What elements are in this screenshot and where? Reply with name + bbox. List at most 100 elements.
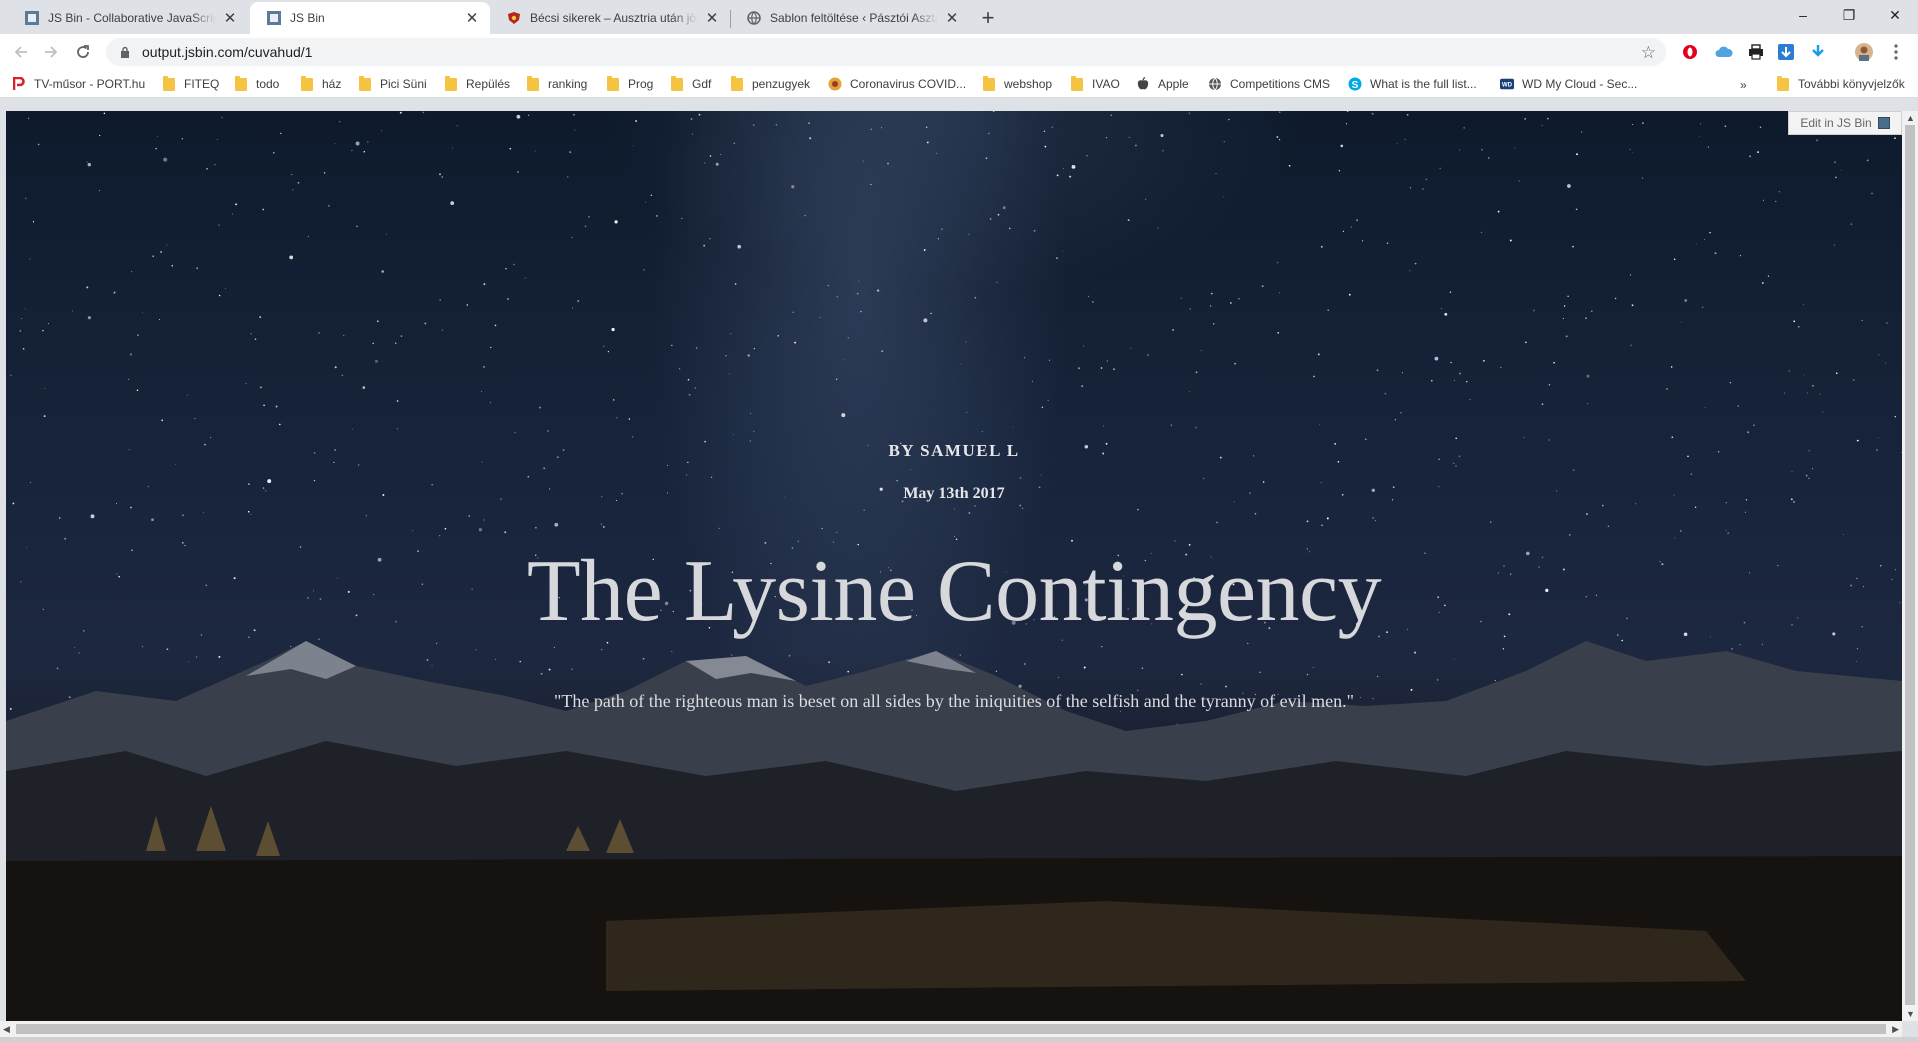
bookmark-folder[interactable]: Repülés: [444, 74, 510, 94]
minimize-button[interactable]: –: [1780, 0, 1826, 30]
bookmark-item[interactable]: Apple: [1136, 74, 1189, 94]
bookmark-item[interactable]: Competitions CMS: [1208, 74, 1330, 94]
vertical-scrollbar[interactable]: ▲ ▼: [1902, 111, 1918, 1021]
folder-icon: [1776, 75, 1790, 91]
bookmark-folder[interactable]: penzugyek: [730, 74, 810, 94]
bookmarks-bar: TV-műsor - PORT.hu FITEQ todo ház Pici S…: [0, 70, 1918, 98]
folder-icon: [1070, 75, 1084, 91]
svg-text:S: S: [1352, 80, 1359, 91]
bookmark-item[interactable]: Coronavirus COVID...: [828, 74, 966, 94]
tab-strip: JS Bin - Collaborative JavaScript Debugg…: [0, 0, 1918, 34]
other-bookmarks-folder[interactable]: További könyvjelzők: [1776, 74, 1905, 94]
forward-arrow-icon: [45, 46, 58, 58]
bookmark-label: todo: [256, 77, 280, 91]
scroll-down-icon[interactable]: ▼: [1906, 1009, 1915, 1019]
bookmark-label: ranking: [548, 77, 588, 91]
hero-quote: "The path of the righteous man is beset …: [553, 691, 1355, 711]
scroll-left-icon[interactable]: ◀: [3, 1024, 10, 1035]
menu-dots-icon[interactable]: [1886, 42, 1906, 62]
horizontal-scrollbar[interactable]: ◀ ▶: [0, 1021, 1902, 1037]
folder-icon: [606, 75, 620, 91]
back-arrow-icon: [14, 46, 27, 58]
bookmark-folder[interactable]: webshop: [982, 74, 1052, 94]
bookmark-label: Gdf: [692, 77, 712, 91]
bookmark-label: Repülés: [466, 77, 511, 91]
url-text: output.jsbin.com/cuvahud/1: [142, 44, 313, 60]
maximize-button[interactable]: ❐: [1826, 0, 1872, 30]
bookmark-folder[interactable]: todo: [234, 74, 279, 94]
jsbin-icon: [1877, 117, 1890, 129]
scroll-up-icon[interactable]: ▲: [1906, 113, 1915, 123]
new-tab-button[interactable]: +: [974, 4, 1002, 32]
bookmark-label: További könyvjelzők: [1798, 77, 1905, 91]
close-window-button[interactable]: ✕: [1872, 0, 1918, 30]
author-byline: BY SAMUEL L: [888, 441, 1020, 460]
scroll-right-icon[interactable]: ▶: [1892, 1024, 1899, 1035]
folder-icon: [234, 75, 248, 91]
jsbin-icon: [24, 10, 40, 26]
svg-text:WD: WD: [1502, 82, 1513, 89]
bookmark-label: Competitions CMS: [1230, 77, 1331, 91]
close-tab-icon[interactable]: ✕: [464, 10, 480, 27]
bookmark-label: What is the full list...: [1370, 77, 1477, 91]
covid-icon: [828, 77, 842, 91]
bookmark-folder[interactable]: FITEQ: [162, 74, 219, 94]
bookmark-item[interactable]: TV-műsor - PORT.hu: [12, 74, 145, 94]
forward-button[interactable]: [38, 39, 64, 65]
bookmarks-overflow-button[interactable]: »: [1740, 78, 1747, 92]
bookmark-item[interactable]: S What is the full list...: [1348, 74, 1477, 94]
bookmark-folder[interactable]: Pici Süni: [358, 74, 427, 94]
back-button[interactable]: [8, 39, 34, 65]
browser-window: JS Bin - Collaborative JavaScript Debugg…: [0, 0, 1918, 1042]
folder-icon: [982, 75, 996, 91]
page-title: The Lysine Contingency: [526, 543, 1382, 640]
globe-icon: [746, 10, 762, 26]
apple-icon: [1136, 77, 1150, 91]
page-viewport: BY SAMUEL L May 13th 2017 The Lysine Con…: [6, 111, 1902, 1021]
bookmark-label: ház: [322, 77, 342, 91]
bookmark-label: WD My Cloud - Sec...: [1522, 77, 1638, 91]
close-tab-icon[interactable]: ✕: [704, 10, 720, 27]
close-tab-icon[interactable]: ✕: [222, 10, 238, 27]
tab-sablon-feltoltese[interactable]: Sablon feltöltése ‹ Pásztói Asztalitenis…: [730, 2, 970, 34]
browser-toolbar: output.jsbin.com/cuvahud/1 ☆: [0, 34, 1918, 70]
folder-icon: [300, 75, 314, 91]
bookmark-star-icon[interactable]: ☆: [1641, 43, 1656, 63]
folder-icon: [670, 75, 684, 91]
reload-button[interactable]: [70, 39, 96, 65]
close-tab-icon[interactable]: ✕: [944, 10, 960, 27]
bookmark-label: Pici Süni: [380, 77, 427, 91]
bookmark-label: Apple: [1158, 77, 1189, 91]
printer-icon[interactable]: [1746, 42, 1766, 62]
edit-in-jsbin-button[interactable]: Edit in JS Bin: [1788, 111, 1902, 135]
folder-icon: [162, 75, 176, 91]
window-bottom-edge: [0, 1037, 1918, 1042]
skype-icon: S: [1348, 77, 1362, 91]
tab-becsi-sikerek[interactable]: Bécsi sikerek – Ausztria után jöhet Magy…: [490, 2, 730, 34]
tab-jsbin-active[interactable]: JS Bin ✕: [250, 2, 490, 34]
bookmark-folder[interactable]: ranking: [526, 74, 587, 94]
tab-title: Sablon feltöltése ‹ Pásztói Asztalitenis…: [770, 11, 938, 25]
bookmark-label: FITEQ: [184, 77, 220, 91]
avatar[interactable]: [1854, 42, 1874, 62]
cloud-icon[interactable]: [1714, 42, 1734, 62]
tab-jsbin-collaborative[interactable]: JS Bin - Collaborative JavaScript Debugg…: [8, 2, 248, 34]
port-icon: [12, 77, 26, 91]
tab-title: JS Bin - Collaborative JavaScript Debugg…: [48, 11, 216, 25]
address-bar[interactable]: output.jsbin.com/cuvahud/1 ☆: [106, 38, 1666, 66]
opera-icon[interactable]: [1680, 42, 1700, 62]
folder-icon: [526, 75, 540, 91]
bookmark-folder[interactable]: IVAO: [1070, 74, 1120, 94]
scrollbar-thumb[interactable]: [16, 1024, 1886, 1034]
download-icon[interactable]: [1808, 42, 1828, 62]
globe-icon: [1208, 77, 1222, 91]
bookmark-folder[interactable]: Gdf: [670, 74, 711, 94]
bookmark-folder[interactable]: Prog: [606, 74, 653, 94]
bookmark-item[interactable]: WD WD My Cloud - Sec...: [1500, 74, 1637, 94]
bookmark-folder[interactable]: ház: [300, 74, 341, 94]
download-manager-icon[interactable]: [1776, 42, 1796, 62]
scrollbar-thumb[interactable]: [1905, 125, 1915, 1005]
tab-title: Bécsi sikerek – Ausztria után jöhet Magy…: [530, 11, 698, 25]
folder-icon: [730, 75, 744, 91]
bookmark-label: penzugyek: [752, 77, 811, 91]
